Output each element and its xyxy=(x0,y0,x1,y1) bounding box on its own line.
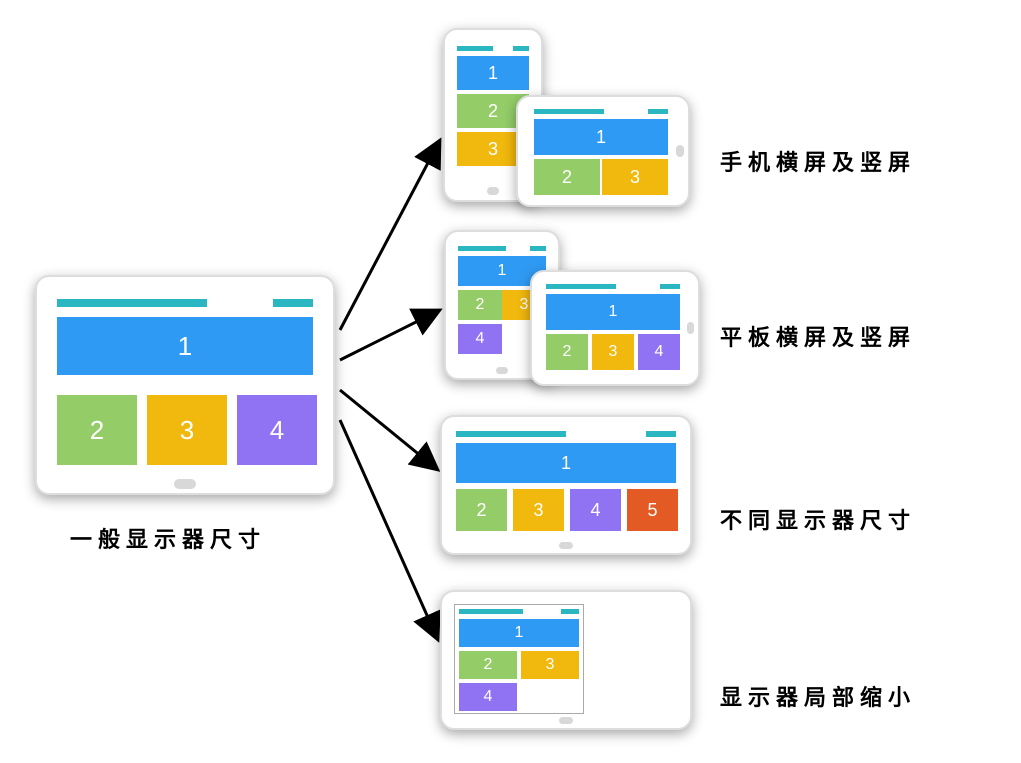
home-button-icon xyxy=(687,322,694,334)
header-bar-right xyxy=(273,299,313,307)
header-bar-right xyxy=(660,284,680,289)
header-bar xyxy=(546,284,616,289)
screen: 1 2 3 4 xyxy=(452,602,680,714)
layout-block-2: 2 xyxy=(57,395,137,465)
device-monitor-shrunk: 1 2 3 4 xyxy=(440,590,692,730)
layout-block-1: 1 xyxy=(456,443,676,483)
layout-block-1: 1 xyxy=(534,119,668,155)
layout-block-2: 2 xyxy=(456,489,507,531)
home-button-icon xyxy=(174,479,196,489)
layout-block-4: 4 xyxy=(459,683,517,711)
caption-monitor: 不同显示器尺寸 xyxy=(720,503,916,535)
header-bar xyxy=(458,246,506,251)
layout-block-2: 2 xyxy=(458,290,502,320)
screen: 1 2 3 4 xyxy=(51,291,319,473)
device-different-monitor: 1 2 3 4 5 xyxy=(440,415,692,555)
header-bar xyxy=(534,109,604,114)
caption-main: 一般显示器尺寸 xyxy=(70,522,266,554)
layout-block-1: 1 xyxy=(457,56,529,90)
layout-block-1: 1 xyxy=(459,619,579,647)
home-button-icon xyxy=(496,367,508,374)
layout-block-3: 3 xyxy=(602,159,668,195)
header-bar xyxy=(459,609,523,614)
device-phone-landscape: 1 2 3 xyxy=(516,95,690,207)
header-bar-right xyxy=(646,431,676,437)
home-button-icon xyxy=(676,145,684,157)
layout-block-3: 3 xyxy=(513,489,564,531)
layout-block-5: 5 xyxy=(627,489,678,531)
home-button-icon xyxy=(487,187,499,195)
header-bar xyxy=(457,46,493,51)
layout-block-4: 4 xyxy=(237,395,317,465)
screen: 1 2 3 4 5 xyxy=(452,427,680,539)
caption-tablet: 平板横屏及竖屏 xyxy=(720,320,916,352)
layout-block-1: 1 xyxy=(546,294,680,330)
viewport-inner: 1 2 3 4 xyxy=(454,604,584,714)
layout-block-3: 3 xyxy=(521,651,579,679)
header-bar-right xyxy=(648,109,668,114)
layout-block-2: 2 xyxy=(459,651,517,679)
header-bar-right xyxy=(530,246,546,251)
header-bar-right xyxy=(561,609,579,614)
device-main-monitor: 1 2 3 4 xyxy=(35,275,335,495)
layout-block-2: 2 xyxy=(546,334,588,370)
layout-block-3: 3 xyxy=(592,334,634,370)
header-bar xyxy=(456,431,566,437)
layout-block-2: 2 xyxy=(534,159,600,195)
screen: 1 2 3 xyxy=(530,105,672,197)
caption-shrink: 显示器局部缩小 xyxy=(720,680,916,712)
layout-block-4: 4 xyxy=(570,489,621,531)
layout-block-4: 4 xyxy=(458,324,502,354)
header-bar xyxy=(57,299,207,307)
home-button-icon xyxy=(559,542,573,549)
screen: 1 2 3 4 xyxy=(542,280,684,376)
caption-phone: 手机横屏及竖屏 xyxy=(720,145,916,177)
layout-block-3: 3 xyxy=(147,395,227,465)
home-button-icon xyxy=(559,717,573,724)
header-bar-right xyxy=(513,46,529,51)
device-tablet-landscape: 1 2 3 4 xyxy=(530,270,700,386)
layout-block-4: 4 xyxy=(638,334,680,370)
layout-block-1: 1 xyxy=(57,317,313,375)
